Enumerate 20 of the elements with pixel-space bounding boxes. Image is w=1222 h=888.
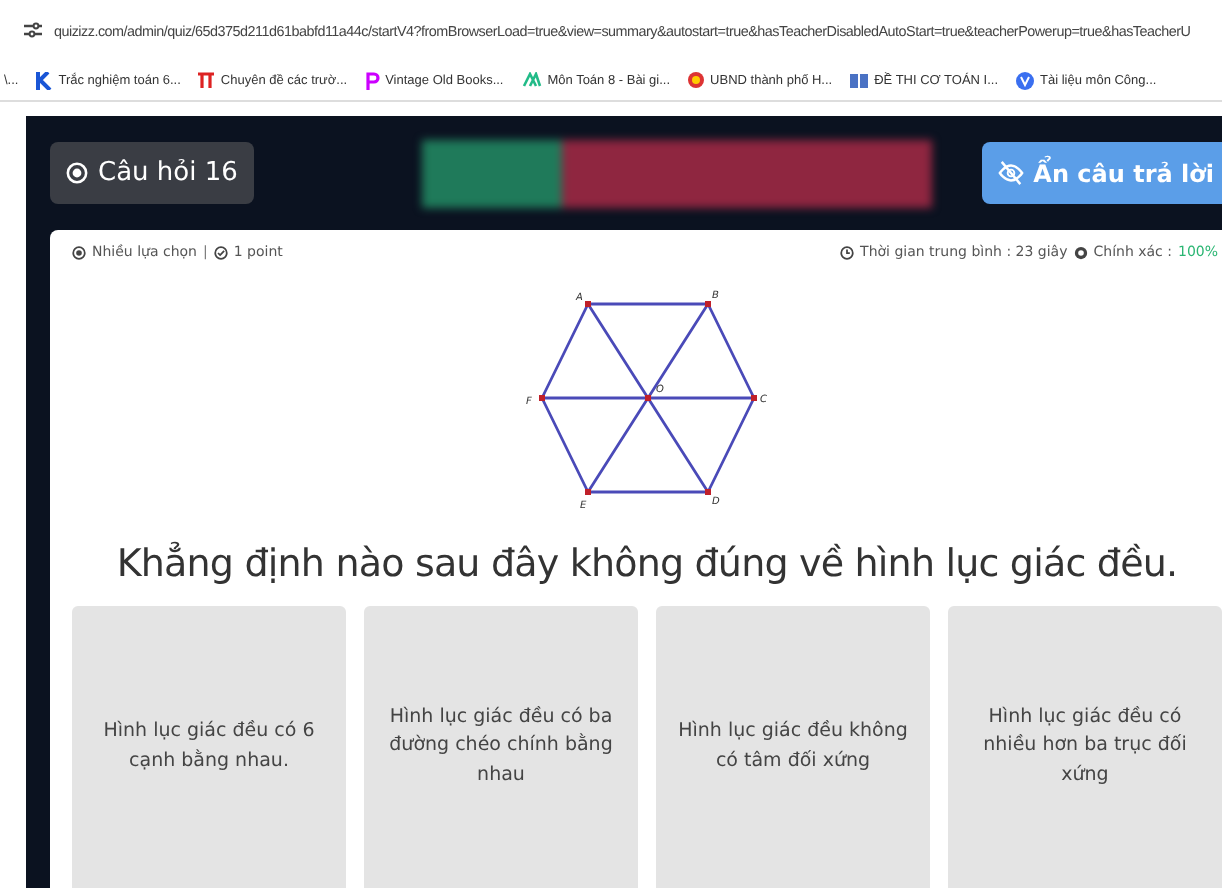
target-icon — [1073, 245, 1088, 259]
p-icon — [365, 71, 380, 89]
question-number-button[interactable]: Câu hỏi 16 — [50, 142, 254, 204]
radio-icon — [66, 162, 88, 184]
radio-icon — [72, 245, 86, 259]
triangle-logo-icon — [521, 72, 542, 88]
answer-option[interactable]: Hình lục giác đều có ba đường chéo chính bằng nhau — [364, 606, 638, 888]
answer-option[interactable]: Hình lục giác đều không có tâm đối xứng — [656, 606, 930, 888]
eye-off-icon — [997, 160, 1024, 186]
clock-icon — [840, 245, 855, 259]
pi-icon — [198, 72, 215, 88]
book-icon — [850, 72, 869, 88]
check-circle-icon — [213, 245, 228, 259]
site-settings-icon — [24, 22, 42, 38]
answer-option[interactable]: Hình lục giác đều có 6 cạnh bằng nhau. — [72, 606, 346, 888]
question-text: Khẳng định nào sau đây không đúng về hình lục giác đều. — [116, 542, 1178, 586]
letter-k-icon — [36, 71, 53, 89]
v-logo-icon — [1016, 71, 1035, 89]
emblem-icon — [688, 72, 705, 88]
answer-option[interactable]: Hình lục giác đều có nhiều hơn ba trục đối xứng — [948, 606, 1222, 888]
